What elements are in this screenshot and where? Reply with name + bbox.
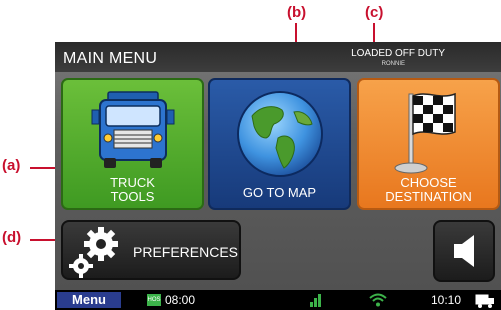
hos-time: 08:00 <box>165 293 196 307</box>
hos-badge: HOS <box>147 294 161 306</box>
callout-c: (c) <box>365 4 384 21</box>
preferences-label: PREFERENCES <box>133 244 239 260</box>
checkered-flag-icon <box>394 92 456 174</box>
preferences-button[interactable]: PREFERENCES <box>61 220 241 280</box>
choose-destination-label-line2: DESTINATION <box>385 189 472 204</box>
speaker-icon <box>454 235 474 267</box>
go-to-map-button[interactable]: GO TO MAP <box>208 78 351 210</box>
duty-status: LOADED OFF DUTY <box>351 48 445 59</box>
truck-tools-label-line2: TOOLS <box>110 189 155 204</box>
truck-tools-button[interactable]: TRUCK TOOLS <box>61 78 204 210</box>
globe-icon <box>237 91 323 177</box>
title-bar: MAIN MENU LOADED OFF DUTY RONNIE <box>55 42 501 72</box>
truck-icon <box>91 91 175 168</box>
callout-a: (a) <box>2 157 21 174</box>
signal-strength-icon <box>310 294 321 307</box>
truck-status-icon <box>475 294 494 308</box>
callout-d: (d) <box>2 229 22 246</box>
choose-destination-label-line1: CHOOSE <box>400 175 457 190</box>
choose-destination-button[interactable]: CHOOSE DESTINATION <box>357 78 500 210</box>
driver-name: RONNIE <box>381 61 405 67</box>
volume-button[interactable] <box>433 220 495 282</box>
clock: 10:10 <box>431 293 462 307</box>
wifi-icon <box>369 293 387 307</box>
callout-b: (b) <box>287 4 307 21</box>
truck-tools-label-line1: TRUCK <box>110 175 155 190</box>
device-screen: MAIN MENU LOADED OFF DUTY RONNIE TRUCK T… <box>55 42 501 310</box>
status-bar: Menu HOS 08:00 10:10 <box>55 290 501 310</box>
go-to-map-label: GO TO MAP <box>242 185 317 200</box>
page-title: MAIN MENU <box>63 50 158 67</box>
menu-button[interactable]: Menu <box>57 292 121 308</box>
gears-icon <box>69 227 118 278</box>
